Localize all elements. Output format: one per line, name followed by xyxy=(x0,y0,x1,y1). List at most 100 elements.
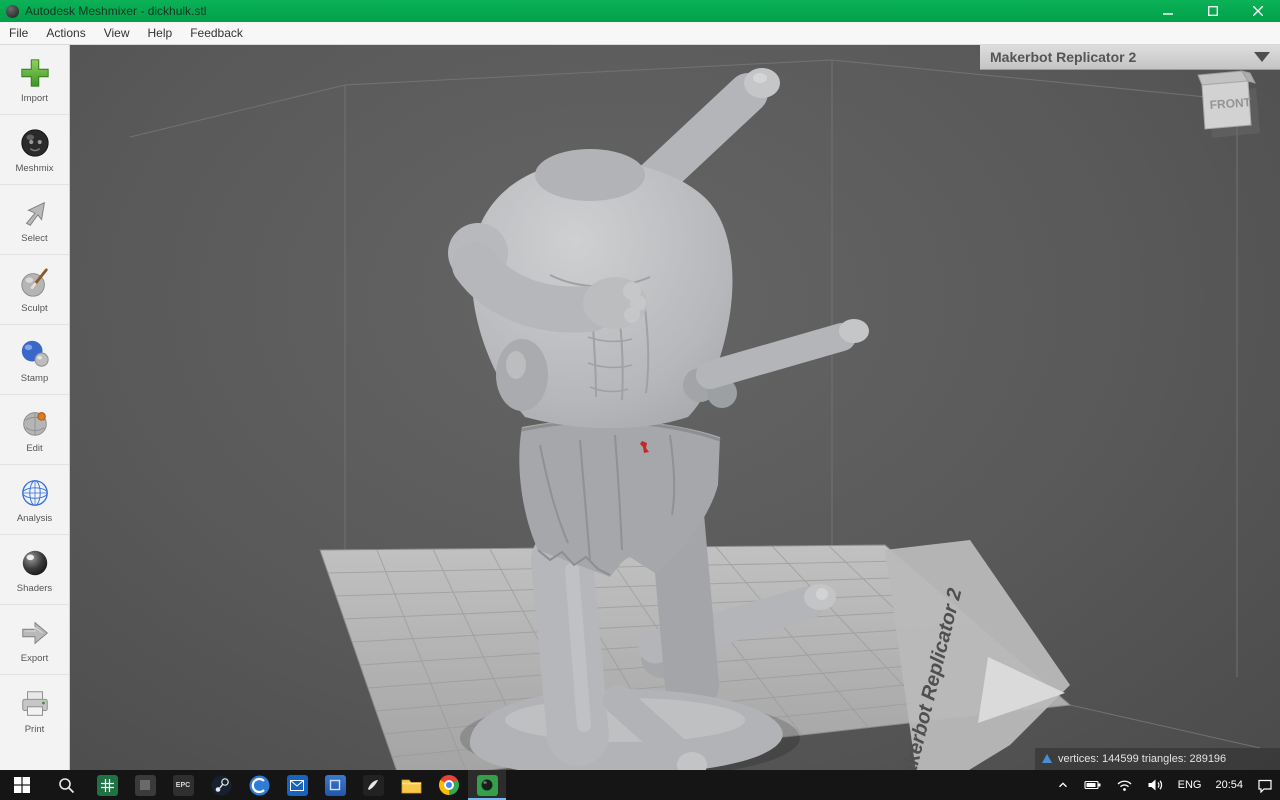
bed-banner-arrow: Makerbot Replicator 2 xyxy=(885,540,1070,770)
tool-label: Analysis xyxy=(16,513,53,524)
dark-app-icon xyxy=(134,774,156,796)
blue-tile-app-icon xyxy=(324,774,346,796)
search-button[interactable] xyxy=(44,770,88,800)
language-indicator: ENG xyxy=(1177,779,1202,791)
tray-language[interactable]: ENG xyxy=(1171,770,1209,800)
analysis-globe-icon xyxy=(17,475,53,511)
chevron-up-icon xyxy=(1058,782,1067,788)
action-center-icon xyxy=(1258,779,1272,793)
spreadsheet-grid-icon xyxy=(96,774,118,796)
viewport: Makerbot Replicator 2 Makerbot Replicato… xyxy=(70,45,1280,770)
import-plus-icon xyxy=(17,55,53,91)
dark-wing-app-icon xyxy=(362,774,384,796)
taskbar-app-spreadsheet[interactable] xyxy=(88,770,126,800)
speaker-icon xyxy=(1148,779,1162,791)
blue-round-app-icon xyxy=(249,775,269,795)
shaders-sphere-icon xyxy=(17,545,53,581)
menu-view[interactable]: View xyxy=(95,22,139,44)
print-printer-icon xyxy=(17,686,53,722)
window-controls xyxy=(1145,0,1280,22)
mesh-stats-bar: vertices: 144599 triangles: 289196 xyxy=(1035,748,1280,770)
taskbar-app-meshmixer[interactable] xyxy=(468,770,506,800)
meshmixer-taskbar-icon xyxy=(476,774,498,796)
3d-scene-canvas[interactable]: Makerbot Replicator 2 xyxy=(70,45,1280,770)
tray-network[interactable] xyxy=(1109,770,1140,800)
tool-label: Edit xyxy=(26,443,43,454)
meshmixer-window: Autodesk Meshmixer - dickhulk.stl File A… xyxy=(0,0,1280,800)
tray-battery[interactable] xyxy=(1077,770,1109,800)
mesh-stats-text: vertices: 144599 triangles: 289196 xyxy=(1058,753,1227,765)
tray-action-center[interactable] xyxy=(1250,770,1280,800)
tool-label: Export xyxy=(20,653,49,664)
tool-import[interactable]: Import xyxy=(0,45,69,115)
menu-help[interactable]: Help xyxy=(139,22,182,44)
tool-analysis[interactable]: Analysis xyxy=(0,465,69,535)
minimize-button[interactable] xyxy=(1145,0,1190,22)
window-title: Autodesk Meshmixer - dickhulk.stl xyxy=(25,4,207,18)
tray-volume[interactable] xyxy=(1140,770,1171,800)
menu-feedback[interactable]: Feedback xyxy=(181,22,252,44)
close-icon xyxy=(1252,6,1263,16)
taskbar-app-steam[interactable] xyxy=(202,770,240,800)
printer-selector-label: Makerbot Replicator 2 xyxy=(990,49,1137,65)
search-icon xyxy=(58,777,74,793)
tool-label: Select xyxy=(21,233,48,244)
taskbar-app-mail[interactable] xyxy=(278,770,316,800)
tool-label: Meshmix xyxy=(15,163,54,174)
menu-file[interactable]: File xyxy=(0,22,37,44)
tray-show-hidden-icons[interactable] xyxy=(1049,770,1077,800)
close-button[interactable] xyxy=(1235,0,1280,22)
start-button[interactable] xyxy=(0,770,44,800)
tool-export[interactable]: Export xyxy=(0,605,69,675)
epc-launcher-icon: EPC xyxy=(172,774,194,796)
stamp-icon xyxy=(17,335,53,371)
tool-label: Shaders xyxy=(16,583,53,594)
taskbar-app-epc[interactable]: EPC xyxy=(164,770,202,800)
tool-print[interactable]: Print xyxy=(0,675,69,745)
wifi-icon xyxy=(1117,780,1132,791)
menu-actions[interactable]: Actions xyxy=(37,22,94,44)
chevron-down-icon xyxy=(1254,52,1270,62)
tool-label: Print xyxy=(24,723,45,735)
stats-icon xyxy=(1042,754,1052,763)
meshmix-sphere-icon xyxy=(17,125,53,161)
maximize-button[interactable] xyxy=(1190,0,1235,22)
tool-select[interactable]: Select xyxy=(0,185,69,255)
tool-edit[interactable]: Edit xyxy=(0,395,69,465)
menu-bar: File Actions View Help Feedback xyxy=(0,22,1280,45)
taskbar-app-dark-wing[interactable] xyxy=(354,770,392,800)
maximize-icon xyxy=(1207,6,1218,16)
tool-label: Import xyxy=(21,93,48,104)
clock-time: 20:54 xyxy=(1215,779,1243,791)
taskbar-app-blue-round[interactable] xyxy=(240,770,278,800)
file-explorer-folder-icon xyxy=(401,779,421,793)
chrome-browser-icon xyxy=(439,775,459,795)
view-cube[interactable]: FRONT xyxy=(1192,67,1270,139)
tool-shaders[interactable]: Shaders xyxy=(0,535,69,605)
windows-taskbar: EPC ENG 20:54 xyxy=(0,770,1280,800)
meshmixer-app-icon xyxy=(6,4,19,18)
tool-sidebar: Import Meshmix Select Sculpt Stamp Edit … xyxy=(0,45,70,770)
tool-label: Stamp xyxy=(20,373,49,384)
select-arrow-icon xyxy=(17,195,53,231)
sculpt-brush-icon xyxy=(17,265,53,301)
tray-clock[interactable]: 20:54 xyxy=(1208,770,1250,800)
tool-stamp[interactable]: Stamp xyxy=(0,325,69,395)
system-tray: ENG 20:54 xyxy=(1049,770,1280,800)
tool-meshmix[interactable]: Meshmix xyxy=(0,115,69,185)
tool-sculpt[interactable]: Sculpt xyxy=(0,255,69,325)
battery-icon xyxy=(1084,780,1101,790)
taskbar-app-blue-tile[interactable] xyxy=(316,770,354,800)
mail-envelope-icon xyxy=(286,774,308,796)
taskbar-app-chrome[interactable] xyxy=(430,770,468,800)
minimize-icon xyxy=(1162,13,1173,15)
title-bar: Autodesk Meshmixer - dickhulk.stl xyxy=(0,0,1280,22)
edit-icon xyxy=(17,405,53,441)
steam-icon xyxy=(211,775,231,795)
tool-label: Sculpt xyxy=(21,303,48,314)
view-cube-face-label: FRONT xyxy=(1209,95,1252,112)
taskbar-app-dark-tile[interactable] xyxy=(126,770,164,800)
taskbar-app-file-explorer[interactable] xyxy=(392,770,430,800)
windows-logo-icon xyxy=(14,777,30,793)
export-arrow-icon xyxy=(17,615,53,651)
